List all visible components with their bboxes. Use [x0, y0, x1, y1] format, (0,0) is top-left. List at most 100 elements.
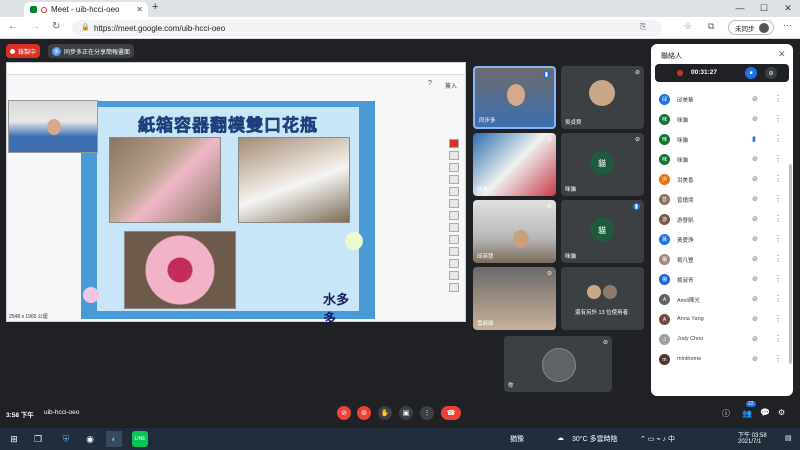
drawing-tool[interactable]	[449, 271, 459, 280]
video-tile[interactable]: ⊘ 雲爺爺	[473, 267, 556, 330]
more-options-icon[interactable]: ⋮	[774, 294, 782, 303]
more-options-icon[interactable]: ⋮	[774, 234, 782, 243]
drawing-tool[interactable]	[449, 151, 459, 160]
participant-row[interactable]: 楊 楊凡豐 ⊘ ⋮	[651, 250, 793, 270]
video-tile[interactable]: ▮ 同步多	[473, 66, 556, 129]
info-icon[interactable]: ⓘ	[722, 408, 730, 419]
tray-icons[interactable]: ⌃ ▭ ⌁ ♪ 中	[640, 434, 675, 444]
raise-hand-button[interactable]: ✋	[378, 406, 392, 420]
drawing-tool[interactable]	[449, 199, 459, 208]
video-tile[interactable]: ⊘ 邱英慧	[473, 200, 556, 263]
collections-icon[interactable]: ⧉	[708, 21, 714, 32]
camera-toggle-button[interactable]: ⊘	[357, 406, 371, 420]
participant-row[interactable]: A Anna Yang ⊘ ⋮	[651, 310, 793, 330]
participant-avatar: 曾	[659, 194, 670, 205]
participant-name: 邱美華	[677, 98, 694, 104]
browser-tab[interactable]: Meet - uib-hcci-oeo ✕	[24, 2, 148, 17]
meeting-time: 3:58 下午	[6, 412, 34, 419]
present-button[interactable]: ▣	[399, 406, 413, 420]
new-tab-button[interactable]: +	[152, 1, 158, 13]
participant-row[interactable]: 咪 咪貓 ⊘ ⋮	[651, 110, 793, 130]
close-window-button[interactable]: ✕	[776, 0, 800, 17]
tab-close-icon[interactable]: ✕	[136, 5, 143, 14]
defender-icon[interactable]: ⛨	[58, 431, 74, 447]
participant-row[interactable]: 游 游晉凱 ⊘ ⋮	[651, 210, 793, 230]
participant-row[interactable]: 咪 咪貓 ⊘ ⋮	[651, 150, 793, 170]
close-icon[interactable]: ✕	[778, 49, 786, 60]
drawing-tool[interactable]	[449, 283, 459, 292]
chrome-icon[interactable]: ◉	[82, 431, 98, 447]
tab-title: Meet - uib-hcci-oeo	[51, 5, 120, 14]
windows-start-icon[interactable]: ⊞	[6, 431, 22, 447]
more-options-button[interactable]: ⋮	[420, 406, 434, 420]
panel-scrollbar[interactable]	[789, 164, 792, 364]
drawing-tool[interactable]	[449, 211, 459, 220]
favorite-star-icon[interactable]: ☆	[684, 21, 692, 32]
drawing-tool[interactable]	[449, 175, 459, 184]
drawing-tool[interactable]	[449, 139, 459, 148]
drawing-tool[interactable]	[449, 223, 459, 232]
more-options-icon[interactable]: ⋮	[774, 194, 782, 203]
more-options-icon[interactable]: ⋮	[774, 314, 782, 323]
video-tile[interactable]: 貓 ▮ 咪貓	[561, 200, 644, 263]
drawing-tool[interactable]	[449, 259, 459, 268]
people-icon[interactable]: 👥	[742, 409, 752, 418]
participant-row[interactable]: 邱 邱美華 ⊘ ⋮	[651, 90, 793, 110]
participant-avatar: m	[659, 354, 670, 365]
edge-icon[interactable]: ◐	[106, 431, 122, 447]
maximize-button[interactable]: ☐	[752, 0, 776, 17]
leave-call-button[interactable]: ☎	[441, 406, 461, 420]
video-tile[interactable]: ⊘ 吳貞齊	[561, 66, 644, 129]
sync-button[interactable]: 未同步	[728, 20, 774, 35]
more-options-icon[interactable]: ⋮	[774, 334, 782, 343]
more-options-icon[interactable]: ⋮	[774, 94, 782, 103]
more-options-icon[interactable]: ⋮	[774, 134, 782, 143]
video-tile[interactable]: 貓 ⊘ 咪貓	[561, 133, 644, 196]
mic-off-icon[interactable]: ⊘	[765, 67, 777, 79]
more-options-icon[interactable]: ⋮	[774, 354, 782, 363]
back-icon[interactable]: ←	[8, 21, 18, 32]
participant-row[interactable]: m minthome ⊘ ⋮	[651, 350, 793, 370]
participant-name: 黃愛琤	[677, 238, 694, 244]
recording-icon	[10, 48, 15, 54]
participant-row[interactable]: J Judy Chou ⊘ ⋮	[651, 330, 793, 350]
participant-row[interactable]: A Amili陳光 ⊘ ⋮	[651, 290, 793, 310]
drawing-tool[interactable]	[449, 187, 459, 196]
participant-row[interactable]: 楊 楊淑青 ⊘ ⋮	[651, 270, 793, 290]
more-options-icon[interactable]: ⋮	[774, 214, 782, 223]
participant-row[interactable]: 咪 咪貓 ▮ ⋮	[651, 130, 793, 150]
forward-icon[interactable]: →	[30, 21, 40, 32]
participant-name: 咪貓	[677, 138, 689, 144]
participant-row[interactable]: 洪 洪美香 ⊘ ⋮	[651, 170, 793, 190]
more-options-icon[interactable]: ⋮	[774, 114, 782, 123]
task-view-icon[interactable]: ❐	[30, 431, 46, 447]
self-video-tile[interactable]: ⊘ 你	[504, 336, 612, 392]
reload-icon[interactable]: ↻	[52, 21, 60, 32]
weather-text[interactable]: 30°C 多雲時陰	[572, 434, 618, 444]
more-options-icon[interactable]: ⋮	[774, 254, 782, 263]
participant-row[interactable]: 曾 曾鐿境 ⊘ ⋮	[651, 190, 793, 210]
video-tile[interactable]: ⊘ 咪貓	[473, 133, 556, 196]
drawing-tool[interactable]	[449, 247, 459, 256]
participant-avatar: 洪	[659, 174, 670, 185]
mic-toggle-button[interactable]: ⊘	[337, 406, 351, 420]
drawing-tool[interactable]	[449, 235, 459, 244]
participant-avatar: 咪	[659, 114, 670, 125]
line-app-icon[interactable]: LINE	[132, 431, 148, 447]
notification-icon[interactable]: ▤	[785, 434, 792, 442]
share-icon[interactable]: ⎘	[640, 22, 646, 32]
minimize-button[interactable]: —	[728, 0, 752, 17]
more-options-icon[interactable]: ⋮	[774, 274, 782, 283]
more-menu-icon[interactable]: ⋯	[783, 20, 792, 31]
more-participants-tile[interactable]: 還有另外 13 位使用者	[561, 267, 644, 330]
drawing-tool[interactable]	[449, 163, 459, 172]
more-options-icon[interactable]: ⋮	[774, 154, 782, 163]
stop-recording-button[interactable]: ■	[745, 67, 757, 79]
address-bar[interactable]: 🔒 https://meet.google.com/uib-hcci-oeo	[72, 20, 662, 36]
chat-icon[interactable]: 💬	[760, 408, 770, 417]
participant-avatar: 楊	[659, 254, 670, 265]
more-options-icon[interactable]: ⋮	[774, 174, 782, 183]
help-icon[interactable]: ?	[428, 80, 432, 87]
participant-row[interactable]: 黃 黃愛琤 ⊘ ⋮	[651, 230, 793, 250]
activities-icon[interactable]: ⚙	[778, 408, 785, 417]
